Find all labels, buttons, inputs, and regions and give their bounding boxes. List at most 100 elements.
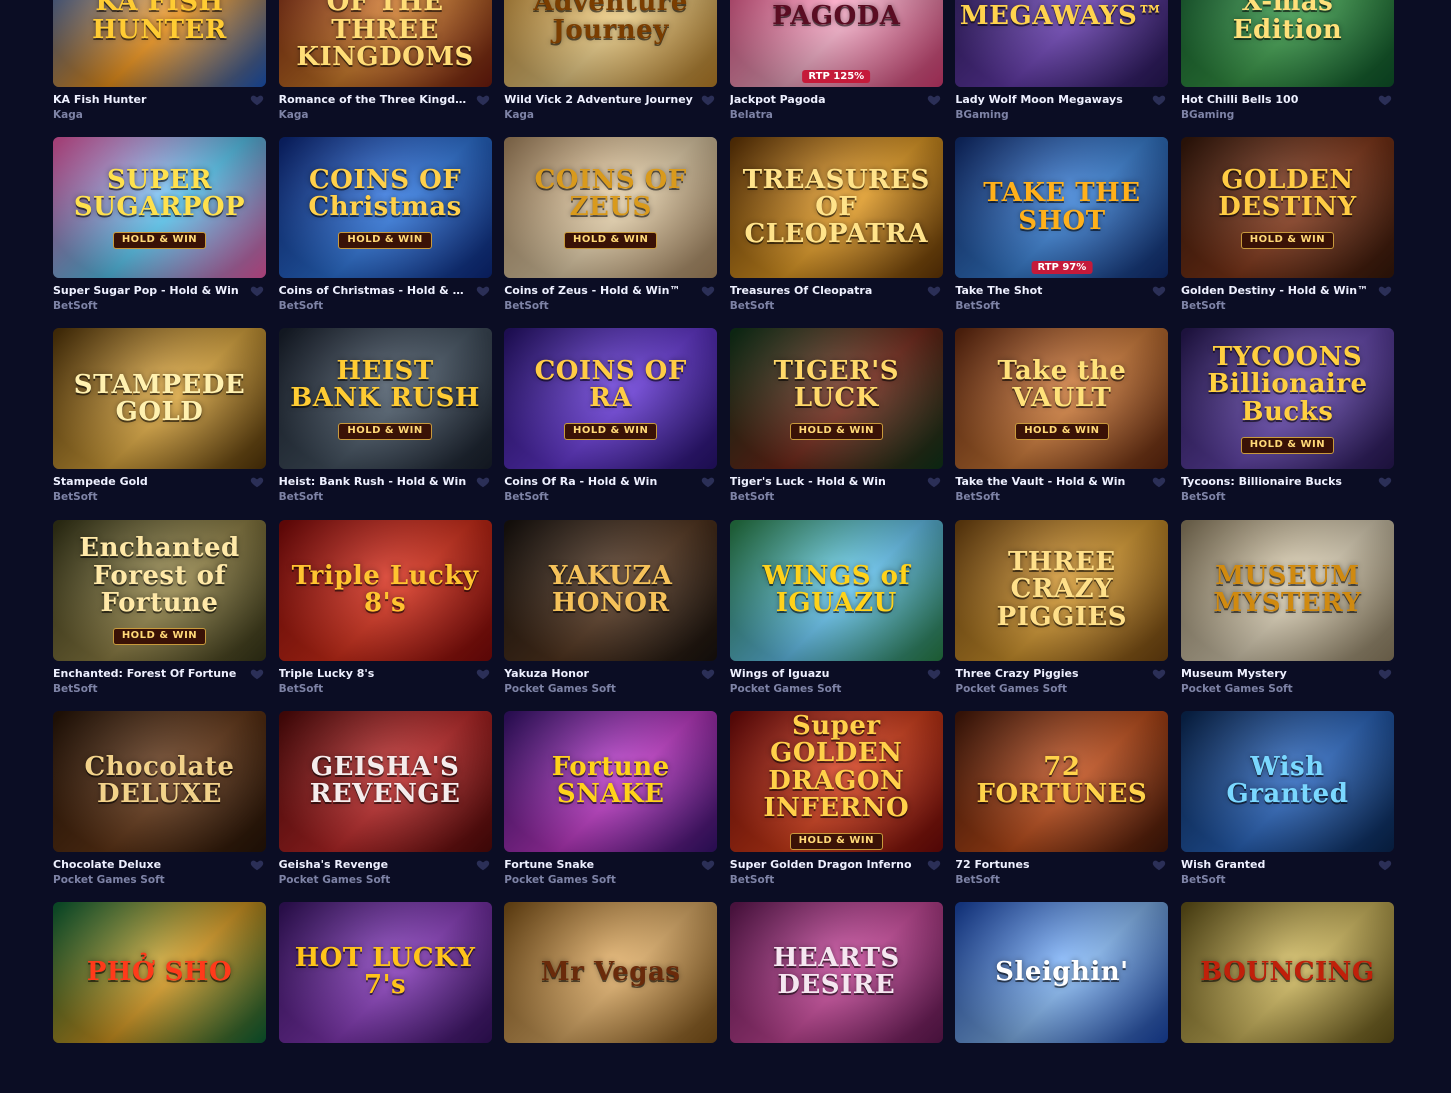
game-card[interactable]: STAMPEDE GOLD Stampede Gold BetSoft [53,328,266,519]
game-thumbnail[interactable]: Sleighin' [955,901,1169,1043]
game-provider[interactable]: BetSoft [279,300,324,312]
game-card[interactable]: MUSEUM MYSTERY Museum Mystery Pocket Games… [1180,519,1394,711]
game-provider[interactable]: BetSoft [504,491,549,503]
game-card[interactable]: YAKUZA HONOR Yakuza Honor Pocket Games Sof… [504,519,718,711]
game-thumbnail[interactable]: HEIST BANK RUSH HOLD & WIN [278,328,492,470]
game-thumbnail[interactable]: GOLDEN DESTINY HOLD & WIN [1180,137,1394,279]
game-title[interactable]: Take the Vault - Hold & Win [955,475,1145,488]
game-provider[interactable]: BGaming [1181,109,1234,121]
game-card[interactable]: PHỞ SHO [53,901,266,1093]
favorite-heart-icon[interactable] [1378,283,1392,297]
game-title[interactable]: Three Crazy Piggies [955,667,1145,680]
game-card[interactable]: 72 FORTUNES 72 Fortunes BetSoft [955,710,1169,902]
favorite-heart-icon[interactable] [927,474,941,488]
game-title[interactable]: Stampede Gold [53,475,243,488]
favorite-heart-icon[interactable] [476,283,490,297]
game-card[interactable]: ROMANCE OF THE THREE KINGDOMS Romance of … [278,0,492,137]
game-provider[interactable]: Pocket Games Soft [504,683,616,695]
game-card[interactable]: MEGAWAYS™ Lady Wolf Moon Megaways BGaming [955,0,1169,137]
game-title[interactable]: Tycoons: Billionaire Bucks [1181,475,1371,488]
game-card[interactable]: WINGS of IGUAZU Wings of Iguazu Pocket Gam… [729,519,943,711]
game-card[interactable]: Sleighin' [955,901,1169,1093]
game-card[interactable]: Enchanted Forest of Fortune HOLD & WIN Enc… [53,519,266,711]
game-provider[interactable]: BetSoft [730,300,775,312]
favorite-heart-icon[interactable] [927,666,941,680]
game-provider[interactable]: Pocket Games Soft [504,874,616,886]
game-title[interactable]: Wings of Iguazu [730,667,920,680]
favorite-heart-icon[interactable] [1378,857,1392,871]
game-provider[interactable]: Belatra [730,109,773,121]
game-provider[interactable]: Pocket Games Soft [1181,683,1293,695]
game-thumbnail[interactable]: Super GOLDEN DRAGON INFERNO HOLD & WIN [729,710,943,852]
game-provider[interactable]: BetSoft [53,300,98,312]
game-title[interactable]: Fortune Snake [504,858,694,871]
game-provider[interactable]: BetSoft [1181,491,1226,503]
favorite-heart-icon[interactable] [1152,666,1166,680]
game-thumbnail[interactable]: Chocolate DELUXE [53,710,266,852]
game-card[interactable]: GOLDEN DESTINY HOLD & WIN Golden Destiny -… [1180,137,1394,328]
game-title[interactable]: Coins of Zeus - Hold & Win™ [504,284,694,297]
game-thumbnail[interactable]: 72 FORTUNES [955,710,1169,852]
game-card[interactable]: GEISHA'S REVENGE Geisha's Revenge Pocket G… [278,710,492,902]
game-card[interactable]: TAKE THE SHOT RTP 97% Take The Shot BetSoft [955,137,1169,328]
favorite-heart-icon[interactable] [250,92,264,106]
game-card[interactable]: Wish Granted Wish Granted BetSoft [1180,710,1394,902]
game-card[interactable]: PAGODA RTP 125% Jackpot Pagoda Belatra [729,0,943,137]
game-thumbnail[interactable]: Take the VAULT HOLD & WIN [955,328,1169,470]
game-title[interactable]: Take The Shot [955,284,1145,297]
game-card[interactable]: COINS OF ZEUS HOLD & WIN Coins of Zeus - H… [504,137,718,328]
favorite-heart-icon[interactable] [701,92,715,106]
favorite-heart-icon[interactable] [250,474,264,488]
game-card[interactable]: Fortune SNAKE Fortune Snake Pocket Games S… [504,710,718,902]
game-thumbnail[interactable]: GEISHA'S REVENGE [278,710,492,852]
game-title[interactable]: Jackpot Pagoda [730,93,920,106]
game-card[interactable]: HEARTS DESIRE [729,901,943,1093]
game-provider[interactable]: Kaga [504,109,534,121]
game-card[interactable]: HOT LUCKY 7's [278,901,492,1093]
game-title[interactable]: Romance of the Three Kingdoms [279,93,469,106]
game-title[interactable]: Triple Lucky 8's [279,667,469,680]
game-card[interactable]: Chocolate DELUXE Chocolate Deluxe Pocket G… [53,710,266,902]
game-thumbnail[interactable]: TAKE THE SHOT RTP 97% [955,137,1169,279]
game-card[interactable]: THREE CRAZY PIGGIES Three Crazy Piggies Po… [955,519,1169,711]
game-title[interactable]: Coins of Christmas - Hold & Win [279,284,469,297]
favorite-heart-icon[interactable] [927,92,941,106]
game-card[interactable]: COINS OF Christmas HOLD & WIN Coins of Chr… [278,137,492,328]
favorite-heart-icon[interactable] [927,857,941,871]
game-thumbnail[interactable]: MEGAWAYS™ [955,0,1169,87]
game-provider[interactable]: BetSoft [955,874,1000,886]
game-title[interactable]: Super Sugar Pop - Hold & Win [53,284,243,297]
game-title[interactable]: Treasures Of Cleopatra [730,284,920,297]
game-thumbnail[interactable]: COINS OF ZEUS HOLD & WIN [504,137,718,279]
game-card[interactable]: TIGER'S LUCK HOLD & WIN Tiger's Luck - Hol… [729,328,943,519]
game-title[interactable]: 72 Fortunes [955,858,1145,871]
game-provider[interactable]: BetSoft [955,491,1000,503]
favorite-heart-icon[interactable] [476,92,490,106]
game-provider[interactable]: BetSoft [730,874,775,886]
game-card[interactable]: KA FISH HUNTER KA Fish Hunter Kaga [53,0,266,137]
favorite-heart-icon[interactable] [701,283,715,297]
favorite-heart-icon[interactable] [250,857,264,871]
game-thumbnail[interactable]: Mr Vegas [504,901,718,1043]
game-title[interactable]: Wish Granted [1181,858,1371,871]
game-title[interactable]: Yakuza Honor [504,667,694,680]
game-thumbnail[interactable]: TIGER'S LUCK HOLD & WIN [729,328,943,470]
game-thumbnail[interactable]: HEARTS DESIRE [729,901,943,1043]
game-card[interactable]: Triple Lucky 8's Triple Lucky 8's BetSoft [278,519,492,711]
favorite-heart-icon[interactable] [476,474,490,488]
game-card[interactable]: X-mas Edition Hot Chilli Bells 100 BGaming [1180,0,1394,137]
game-title[interactable]: Tiger's Luck - Hold & Win [730,475,920,488]
favorite-heart-icon[interactable] [701,857,715,871]
game-card[interactable]: TREASURES OF CLEOPATRA Treasures Of Cleop… [729,137,943,328]
game-provider[interactable]: BetSoft [53,683,98,695]
game-thumbnail[interactable]: YAKUZA HONOR [504,519,718,661]
game-card[interactable]: Take the VAULT HOLD & WIN Take the Vault -… [955,328,1169,519]
game-provider[interactable]: Kaga [279,109,309,121]
favorite-heart-icon[interactable] [1152,283,1166,297]
game-title[interactable]: Coins Of Ra - Hold & Win [504,475,694,488]
game-title[interactable]: Heist: Bank Rush - Hold & Win [279,475,469,488]
game-thumbnail[interactable]: Wish Granted [1180,710,1394,852]
game-thumbnail[interactable]: COINS OF Christmas HOLD & WIN [278,137,492,279]
favorite-heart-icon[interactable] [1152,92,1166,106]
game-title[interactable]: Golden Destiny - Hold & Win™ [1181,284,1371,297]
